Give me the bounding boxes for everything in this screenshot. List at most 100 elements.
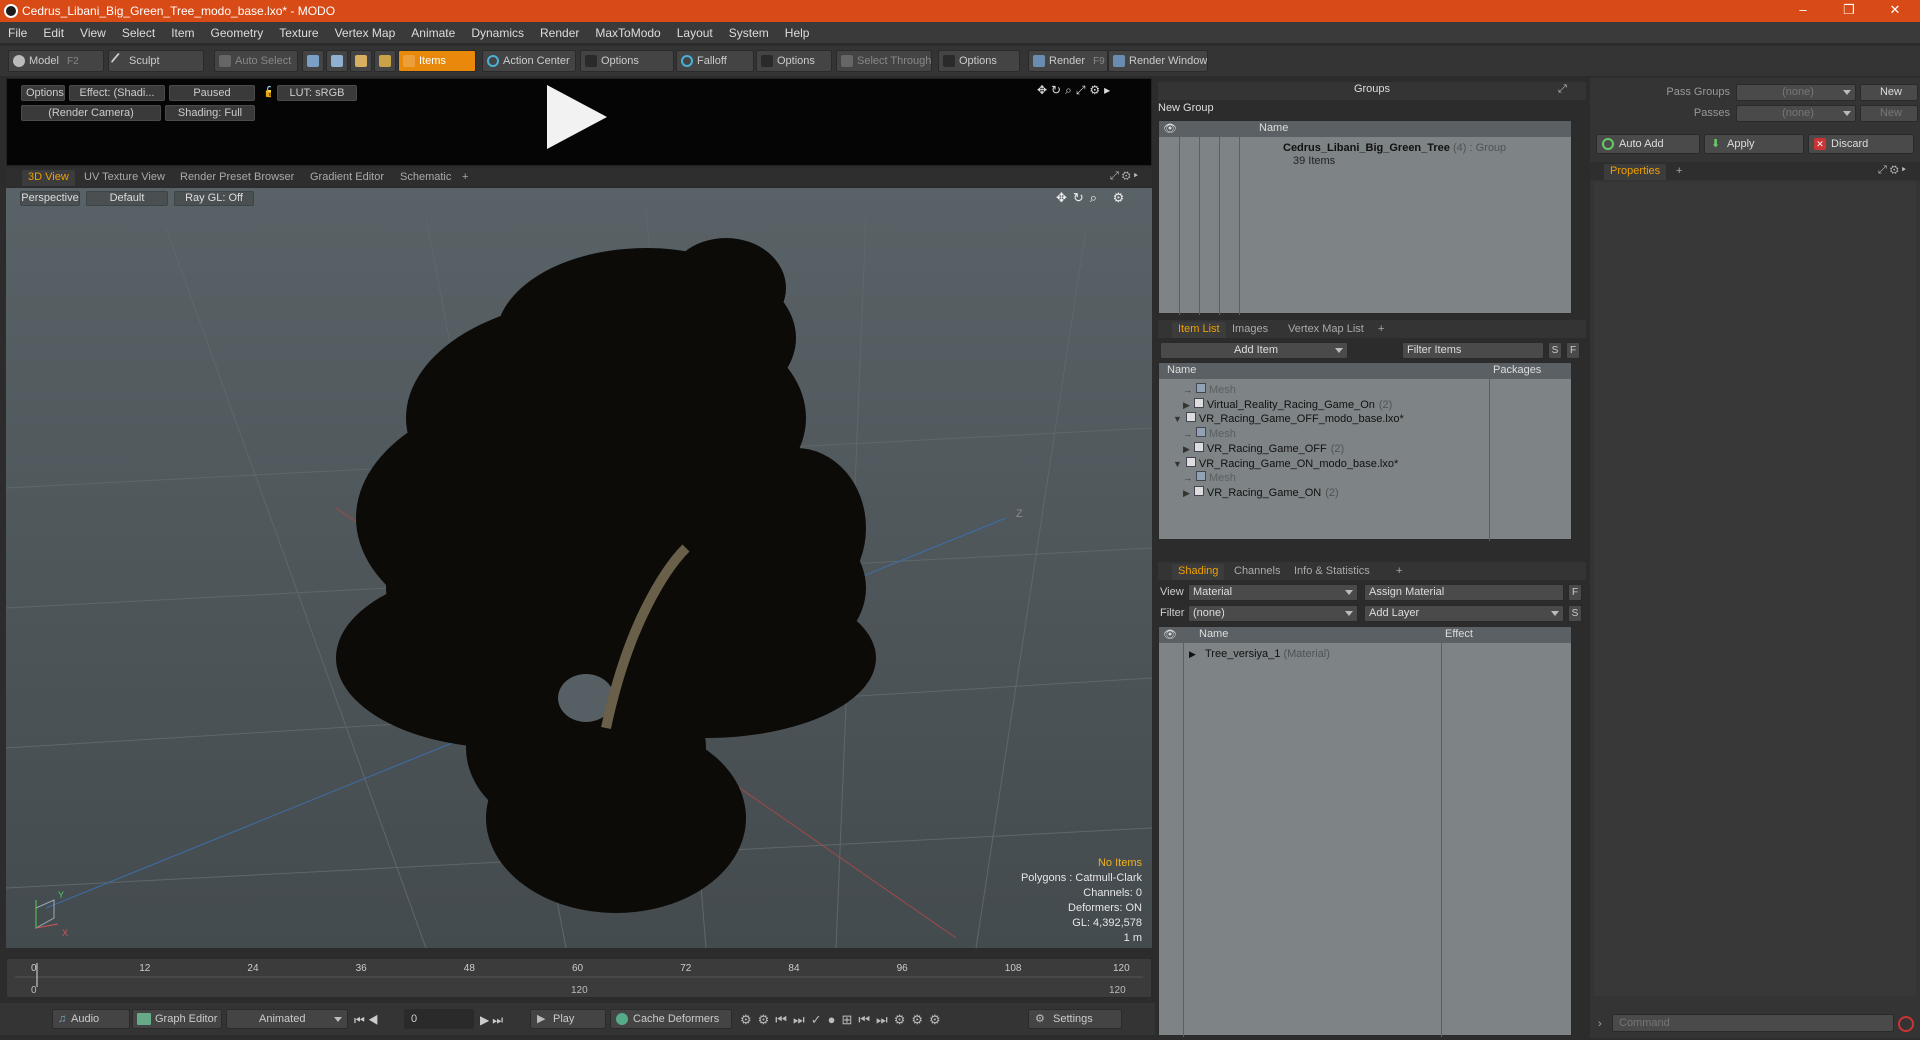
tab-gradient-editor[interactable]: Gradient Editor <box>304 170 390 186</box>
current-frame-field[interactable]: 0 <box>404 1009 474 1029</box>
prev-key-icons[interactable]: ⏮◀ <box>354 1013 382 1028</box>
tab-info-statistics[interactable]: Info & Statistics <box>1288 564 1376 580</box>
render-button[interactable]: Render F9 <box>1028 50 1108 72</box>
menu-geometry[interactable]: Geometry <box>203 22 272 44</box>
tab-3d-view[interactable]: 3D View <box>22 170 75 186</box>
tab-shading[interactable]: Shading <box>1172 564 1225 580</box>
tab-images[interactable]: Images <box>1226 322 1274 338</box>
3d-viewport[interactable]: Perspective Default Ray GL: Off ✥↻⌕ ⚙ Z … <box>6 188 1152 948</box>
items-mode-button[interactable]: Items <box>398 50 476 72</box>
audio-button[interactable]: ♫ Audio <box>52 1009 130 1029</box>
materials-mode-button[interactable] <box>374 50 396 72</box>
minimize-button[interactable]: – <box>1780 0 1826 22</box>
menu-item[interactable]: Item <box>163 22 202 44</box>
expand-triangle-icon[interactable]: ▼ <box>1173 459 1182 469</box>
properties-corner-icons[interactable]: ⤢⚙▸ <box>1878 164 1909 177</box>
menu-vertex-map[interactable]: Vertex Map <box>327 22 404 44</box>
expand-triangle-icon[interactable]: ▼ <box>1173 414 1182 424</box>
view-dropdown[interactable]: Material <box>1188 584 1358 601</box>
play-button[interactable]: ▶ Play <box>530 1009 606 1029</box>
vertices-mode-button[interactable] <box>302 50 324 72</box>
add-tab-button[interactable]: + <box>1390 564 1408 580</box>
close-button[interactable]: ✕ <box>1872 0 1918 22</box>
paused-button[interactable]: Paused <box>169 85 255 101</box>
edges-mode-button[interactable] <box>326 50 348 72</box>
cache-deformers-button[interactable]: Cache Deformers <box>610 1009 732 1029</box>
render-window-button[interactable]: Render Window <box>1108 50 1208 72</box>
expand-triangle-icon[interactable]: ▶ <box>1183 488 1190 498</box>
sculpt-mode-button[interactable]: Sculpt <box>108 50 204 72</box>
add-item-dropdown[interactable]: Add Item <box>1160 342 1348 359</box>
raygl-dropdown[interactable]: Ray GL: Off <box>174 191 254 206</box>
link-arrow-icon[interactable]: → <box>1183 473 1192 483</box>
filter-items-input[interactable]: Filter Items <box>1402 342 1544 359</box>
tab-uv-texture-view[interactable]: UV Texture View <box>78 170 171 186</box>
new-pass-group-button[interactable]: New <box>1860 84 1918 101</box>
apply-button[interactable]: ⬇ Apply <box>1704 134 1804 154</box>
select-through-button[interactable]: Select Through <box>836 50 932 72</box>
menu-render[interactable]: Render <box>532 22 587 44</box>
record-macro-icon[interactable] <box>1898 1016 1914 1032</box>
add-tab-button[interactable]: + <box>1372 322 1390 338</box>
link-arrow-icon[interactable]: → <box>1183 385 1192 395</box>
preview-nav-icons[interactable]: ✥↻⌕⤢⚙▸ <box>1037 83 1147 97</box>
menu-texture[interactable]: Texture <box>271 22 326 44</box>
command-expand-icon[interactable]: › <box>1598 1018 1602 1030</box>
viewport-nav-icons[interactable]: ✥↻⌕ ⚙ <box>1056 190 1130 206</box>
shading-dropdown[interactable]: Shading: Full <box>165 105 255 121</box>
material-row[interactable]: ▶ Tree_versiya_1 (Material) <box>1189 645 1330 663</box>
falloff-options-button[interactable]: Options <box>756 50 832 72</box>
settings-button[interactable]: ⚙ Settings <box>1028 1009 1122 1029</box>
menu-layout[interactable]: Layout <box>669 22 721 44</box>
model-mode-button[interactable]: Model F2 <box>8 50 104 72</box>
maximize-button[interactable]: ❐ <box>1826 0 1872 22</box>
cedar-tree-model[interactable] <box>336 238 876 913</box>
graph-editor-button[interactable]: Graph Editor <box>132 1009 222 1029</box>
action-center-options-button[interactable]: Options <box>580 50 674 72</box>
tab-schematic[interactable]: Schematic <box>394 170 457 186</box>
groups-expand-icon[interactable]: ⤢ <box>1558 83 1567 96</box>
assign-material-button[interactable]: Assign Material <box>1364 584 1564 601</box>
shading-f-button[interactable]: F <box>1568 584 1582 601</box>
shading-s-button[interactable]: S <box>1568 605 1582 622</box>
menu-maxtomodo[interactable]: MaxToModo <box>587 22 668 44</box>
falloff-button[interactable]: Falloff <box>676 50 754 72</box>
menu-system[interactable]: System <box>721 22 777 44</box>
effect-dropdown[interactable]: Effect: (Shadi... <box>69 85 165 101</box>
lock-icon[interactable]: 🔒 <box>259 85 271 101</box>
pass-groups-dropdown[interactable]: (none) <box>1736 84 1856 101</box>
animated-dropdown[interactable]: Animated <box>226 1009 348 1029</box>
polygons-mode-button[interactable] <box>350 50 372 72</box>
expand-triangle-icon[interactable]: ▶ <box>1183 444 1190 454</box>
filter-s-button[interactable]: S <box>1548 342 1562 359</box>
menu-select[interactable]: Select <box>114 22 163 44</box>
tab-corner-icons[interactable]: ⤢⚙▸ <box>1110 170 1141 183</box>
filter-f-button[interactable]: F <box>1566 342 1580 359</box>
filter-dropdown[interactable]: (none) <box>1188 605 1358 622</box>
menu-edit[interactable]: Edit <box>35 22 72 44</box>
keyframe-tool-icons[interactable]: ⚙⚙⏮⏭✓●⊞⏮⏭⚙⚙⚙ <box>740 1012 947 1028</box>
menu-animate[interactable]: Animate <box>403 22 463 44</box>
timeline[interactable]: 0 12 24 36 48 60 72 84 96 108 120 0 120 120 <box>6 958 1152 998</box>
perspective-dropdown[interactable]: Perspective <box>20 191 80 206</box>
tab-render-preset-browser[interactable]: Render Preset Browser <box>174 170 300 186</box>
select-through-options-button[interactable]: Options <box>938 50 1020 72</box>
auto-add-button[interactable]: Auto Add <box>1596 134 1700 154</box>
discard-button[interactable]: ✕ Discard <box>1808 134 1914 154</box>
preview-options-button[interactable]: Options <box>21 85 65 101</box>
menu-file[interactable]: File <box>0 22 35 44</box>
tab-channels[interactable]: Channels <box>1228 564 1286 580</box>
add-layer-dropdown[interactable]: Add Layer <box>1364 605 1564 622</box>
next-key-icons[interactable]: ▶⏭ <box>480 1013 506 1028</box>
passes-dropdown[interactable]: (none) <box>1736 105 1856 122</box>
expand-triangle-icon[interactable]: ▶ <box>1189 649 1196 659</box>
render-camera-dropdown[interactable]: (Render Camera) <box>21 105 161 121</box>
action-center-button[interactable]: Action Center <box>482 50 576 72</box>
item-list-row[interactable]: ▶ VR_Racing_Game_ON (2) <box>1183 484 1339 502</box>
menu-dynamics[interactable]: Dynamics <box>463 22 532 44</box>
add-tab-button[interactable]: + <box>1670 164 1688 180</box>
play-render-icon[interactable] <box>547 85 607 149</box>
tab-properties[interactable]: Properties <box>1604 164 1667 180</box>
add-tab-button[interactable]: + <box>456 170 474 186</box>
link-arrow-icon[interactable]: → <box>1183 429 1192 439</box>
